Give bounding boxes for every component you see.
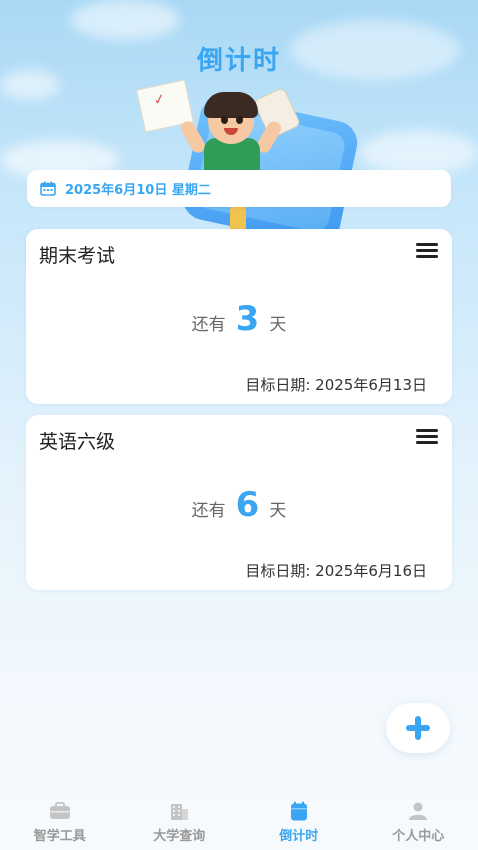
tab-label: 智学工具 xyxy=(33,829,86,844)
countdown-number: 6 xyxy=(235,485,260,525)
cloud xyxy=(70,0,180,40)
countdown-title: 英语六级 xyxy=(39,431,116,453)
countdown-card[interactable]: 英语六级 还有 6 天 目标日期: 2025年6月16日 xyxy=(26,415,452,590)
current-date: 2025年6月10日 星期二 xyxy=(65,183,211,198)
menu-icon[interactable] xyxy=(416,243,438,258)
cloud xyxy=(360,130,478,175)
target-date: 目标日期: 2025年6月16日 xyxy=(245,562,427,580)
page-title: 倒计时 xyxy=(196,46,281,76)
tab-label: 倒计时 xyxy=(279,829,319,844)
target-date: 目标日期: 2025年6月13日 xyxy=(245,376,427,394)
tab-countdown[interactable]: 倒计时 xyxy=(244,795,354,844)
countdown-number: 3 xyxy=(235,299,260,339)
add-countdown-button[interactable] xyxy=(386,703,450,753)
tab-tools[interactable]: 智学工具 xyxy=(5,795,115,844)
tab-label: 大学查询 xyxy=(153,829,206,844)
countdown-suffix: 天 xyxy=(269,315,287,335)
tab-university[interactable]: 大学查询 xyxy=(124,795,234,844)
countdown-prefix: 还有 xyxy=(191,501,226,521)
menu-icon[interactable] xyxy=(416,429,438,444)
countdown-prefix: 还有 xyxy=(191,315,226,335)
calendar-icon xyxy=(290,801,307,821)
countdown-suffix: 天 xyxy=(269,501,287,521)
bottom-tab-bar: 智学工具 大学查询 倒计时 个人中心 xyxy=(0,795,478,850)
person-icon xyxy=(409,802,428,820)
plus-icon xyxy=(406,716,430,740)
tab-label: 个人中心 xyxy=(392,829,445,844)
countdown-days: 还有 6 天 xyxy=(26,485,452,525)
building-icon xyxy=(171,804,189,820)
calendar-icon xyxy=(40,181,56,196)
countdown-title: 期末考试 xyxy=(39,245,116,267)
hero-illustration: ✓ xyxy=(130,78,370,249)
toolbox-icon xyxy=(49,802,70,819)
countdown-card[interactable]: 期末考试 还有 3 天 目标日期: 2025年6月13日 xyxy=(26,229,452,404)
current-date-bar: 2025年6月10日 星期二 xyxy=(27,170,451,207)
countdown-days: 还有 3 天 xyxy=(26,299,452,339)
tab-profile[interactable]: 个人中心 xyxy=(363,795,473,844)
